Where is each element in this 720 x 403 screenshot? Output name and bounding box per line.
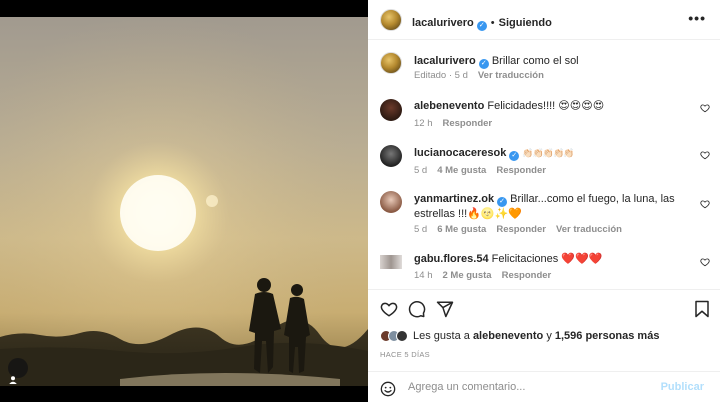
photo-letterbox-top (0, 0, 368, 17)
commenter-avatar[interactable] (380, 145, 402, 167)
commenter-avatar[interactable] (380, 255, 402, 269)
comment-body: 👏🏻👏🏻👏🏻👏🏻👏🏻 (522, 148, 574, 158)
comment-heart-icon[interactable] (700, 103, 710, 113)
likes-text: Les gusta a alebenevento y 1,596 persona… (413, 330, 659, 342)
post-side-panel: lacalurivero ✓ • Siguiendo ••• lacalurivero… (368, 0, 720, 402)
photo-letterbox-bottom (0, 386, 368, 402)
verified-badge-icon: ✓ (497, 197, 508, 207)
post-viewer: lacalurivero ✓ • Siguiendo ••• lacalurivero… (0, 0, 720, 402)
likes-prefix: Les gusta a (413, 330, 470, 342)
comment-meta: 14 h 2 Me gusta Responder (414, 270, 551, 281)
post-photo[interactable] (0, 0, 368, 402)
commenter-username[interactable]: yanmartinez.ok (414, 193, 494, 205)
liker-avatar (396, 330, 408, 342)
heart-icon[interactable] (380, 300, 398, 318)
smile-icon[interactable] (380, 381, 396, 397)
verified-badge-icon: ✓ (478, 59, 489, 69)
comments-list: lacalurivero ✓ Brillar como el sol Editad… (368, 41, 720, 289)
publish-button[interactable]: Publicar (661, 381, 704, 393)
likes-connector: y (546, 330, 552, 342)
verified-badge-icon: ✓ (476, 21, 487, 31)
reply-button[interactable]: Responder (502, 270, 552, 281)
author-username[interactable]: lacalurivero (412, 17, 474, 29)
author-line: lacalurivero ✓ • Siguiendo (412, 13, 552, 31)
comment-meta: 5 d 4 Me gusta Responder (414, 165, 546, 176)
comment-heart-icon[interactable] (700, 257, 710, 267)
post-timestamp: HACE 5 DÍAS (380, 350, 430, 359)
reply-button[interactable]: Responder (496, 224, 546, 235)
share-icon[interactable] (436, 300, 454, 318)
comment-heart-icon[interactable] (700, 199, 710, 209)
comment-text: yanmartinez.ok ✓ Brillar...como el fuego,… (414, 192, 684, 221)
commenter-avatar[interactable] (380, 99, 402, 121)
liked-by-username[interactable]: alebenevento (473, 330, 543, 342)
comment-heart-icon[interactable] (700, 150, 710, 160)
reply-button[interactable]: Responder (443, 118, 493, 129)
see-translation-link[interactable]: Ver traducción (556, 224, 622, 235)
caption-text: lacalurivero ✓ Brillar como el sol (414, 54, 684, 69)
comment-time: 5 d (414, 165, 428, 176)
commenter-avatar[interactable] (380, 191, 402, 213)
comment-text: gabu.flores.54 Felicitaciones ❤️❤️❤️ (414, 252, 684, 266)
separator-dot: • (490, 17, 495, 29)
caption-avatar[interactable] (380, 52, 402, 74)
comment-input[interactable]: Agrega un comentario... (408, 381, 525, 393)
comment-body: Felicitaciones ❤️❤️❤️ (491, 253, 603, 265)
more-options-icon[interactable]: ••• (688, 11, 706, 25)
comment-item: gabu.flores.54 Felicitaciones ❤️❤️❤️ 14 … (380, 252, 710, 286)
likes-count[interactable]: 1,596 personas más (555, 330, 660, 342)
commenter-username[interactable]: alebenevento (414, 100, 484, 112)
caption-edited-time: Editado · 5 d (414, 70, 468, 81)
comment-text: lucianocaceresok ✓ 👏🏻👏🏻👏🏻👏🏻👏🏻 (414, 146, 684, 161)
comment-likes[interactable]: 2 Me gusta (443, 270, 492, 281)
caption-body: Brillar como el sol (491, 55, 579, 67)
following-button[interactable]: Siguiendo (499, 17, 552, 29)
verified-badge-icon: ✓ (509, 151, 520, 161)
comment-text: alebenevento Felicidades!!!! 😍😍😍😍 (414, 99, 684, 113)
comment-likes[interactable]: 4 Me gusta (437, 165, 486, 176)
see-translation-link[interactable]: Ver traducción (478, 70, 544, 81)
reply-button[interactable]: Responder (496, 165, 546, 176)
author-avatar[interactable] (380, 9, 402, 31)
bookmark-icon[interactable] (694, 300, 710, 318)
comment-item: alebenevento Felicidades!!!! 😍😍😍😍 12 h Re… (380, 98, 710, 132)
post-header: lacalurivero ✓ • Siguiendo ••• (368, 0, 720, 40)
comment-item: lucianocaceresok ✓ 👏🏻👏🏻👏🏻👏🏻👏🏻 5 d 4 Me gus… (380, 145, 710, 179)
comment-meta: 12 h Responder (414, 118, 492, 129)
commenter-username[interactable]: gabu.flores.54 (414, 253, 489, 265)
comment-time: 14 h (414, 270, 433, 281)
post-caption: lacalurivero ✓ Brillar como el sol Editad… (380, 52, 710, 88)
comment-meta: 5 d 6 Me gusta Responder Ver traducción (414, 224, 622, 235)
sunset-image (0, 17, 368, 386)
caption-meta: Editado · 5 d Ver traducción (414, 70, 544, 81)
user-tag-icon[interactable] (8, 358, 28, 384)
comment-time: 12 h (414, 118, 433, 129)
caption-username[interactable]: lacalurivero (414, 55, 476, 67)
post-actions: Les gusta a alebenevento y 1,596 persona… (368, 289, 720, 402)
comment-icon[interactable] (408, 300, 426, 318)
likes-summary[interactable]: Les gusta a alebenevento y 1,596 persona… (380, 328, 659, 344)
add-comment-bar: Agrega un comentario... Publicar (368, 371, 720, 403)
comment-item: yanmartinez.ok ✓ Brillar...como el fuego,… (380, 191, 710, 239)
comment-time: 5 d (414, 224, 428, 235)
comment-likes[interactable]: 6 Me gusta (437, 224, 486, 235)
comment-body: Felicidades!!!! 😍😍😍😍 (487, 100, 605, 112)
commenter-username[interactable]: lucianocaceresok (414, 147, 506, 159)
